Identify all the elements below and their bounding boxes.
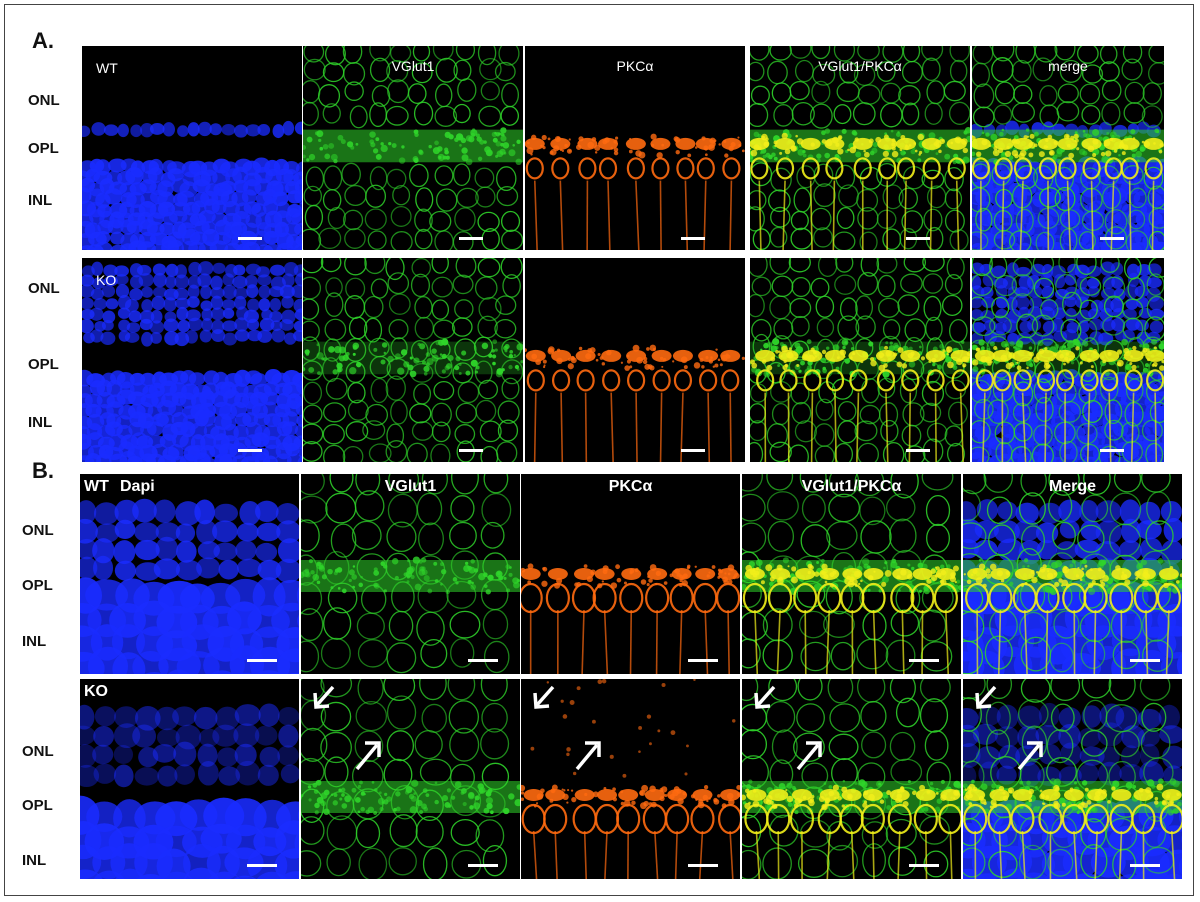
layer-label-opl: OPL [22, 577, 53, 594]
micrograph-pkc: PKCα [521, 474, 740, 674]
scale-bar [459, 237, 483, 240]
micrograph-overlap [750, 258, 970, 462]
layer-label-inl: INL [22, 633, 47, 650]
channel-title: Dapi [120, 478, 155, 495]
layer-label-onl: ONL [28, 280, 60, 297]
micrograph-pkc: PKCα [525, 46, 745, 250]
scale-bar [1100, 449, 1124, 452]
micrograph-vglut [303, 258, 523, 462]
micrograph-dapi: WT [82, 46, 302, 250]
channel-title: VGlut1 [384, 478, 437, 495]
channel-title: merge [1048, 58, 1088, 74]
micrograph-pkc [521, 679, 740, 879]
channel-title: VGlut1/PKCα [801, 478, 902, 495]
scale-bar [688, 864, 718, 867]
micrograph-vglut: VGlut1 [303, 46, 523, 250]
micrograph-merge: Merge [963, 474, 1182, 674]
layer-label-inl: INL [22, 852, 47, 869]
scale-bar [247, 659, 277, 662]
scale-bar [468, 864, 498, 867]
scale-bar [1130, 864, 1160, 867]
scale-bar [681, 237, 705, 240]
genotype-label: WT [84, 478, 109, 495]
micrograph-merge [972, 258, 1164, 462]
micrograph-pkc [525, 258, 745, 462]
scale-bar [459, 449, 483, 452]
genotype-label: KO [84, 683, 108, 700]
layer-label-onl: ONL [28, 92, 60, 109]
scale-bar [909, 659, 939, 662]
micrograph-merge [963, 679, 1182, 879]
scale-bar [906, 237, 930, 240]
channel-title: VGlut1 [391, 58, 435, 74]
panel-b-label: B. [32, 458, 54, 483]
panel-a-label: A. [32, 28, 54, 53]
micrograph-overlap [742, 679, 961, 879]
micrograph-vglut: VGlut1 [301, 474, 520, 674]
micrograph-overlap: VGlut1/PKCα [742, 474, 961, 674]
micrograph-dapi: KO [80, 679, 299, 879]
scale-bar [247, 864, 277, 867]
scale-bar [909, 864, 939, 867]
layer-label-inl: INL [28, 192, 53, 209]
micrograph-overlap: VGlut1/PKCα [750, 46, 970, 250]
scale-bar [681, 449, 705, 452]
layer-label-inl: INL [28, 414, 53, 431]
channel-title: Merge [1048, 478, 1097, 495]
channel-title: PKCα [608, 478, 653, 495]
scale-bar [1100, 237, 1124, 240]
layer-label-onl: ONL [22, 522, 54, 539]
scale-bar [906, 449, 930, 452]
micrograph-dapi: WT Dapi [80, 474, 299, 674]
scale-bar [468, 659, 498, 662]
channel-title: VGlut1/PKCα [818, 58, 902, 74]
scale-bar [238, 449, 262, 452]
micrograph-vglut [301, 679, 520, 879]
scale-bar [238, 237, 262, 240]
layer-label-onl: ONL [22, 743, 54, 760]
layer-label-opl: OPL [22, 797, 53, 814]
scale-bar [688, 659, 718, 662]
genotype-label: WT [96, 60, 118, 76]
channel-title: PKCα [616, 58, 654, 74]
genotype-label: KO [96, 272, 117, 288]
scale-bar [1130, 659, 1160, 662]
micrograph-dapi: KO [82, 258, 302, 462]
micrograph-merge: merge [972, 46, 1164, 250]
layer-label-opl: OPL [28, 140, 59, 157]
layer-label-opl: OPL [28, 356, 59, 373]
